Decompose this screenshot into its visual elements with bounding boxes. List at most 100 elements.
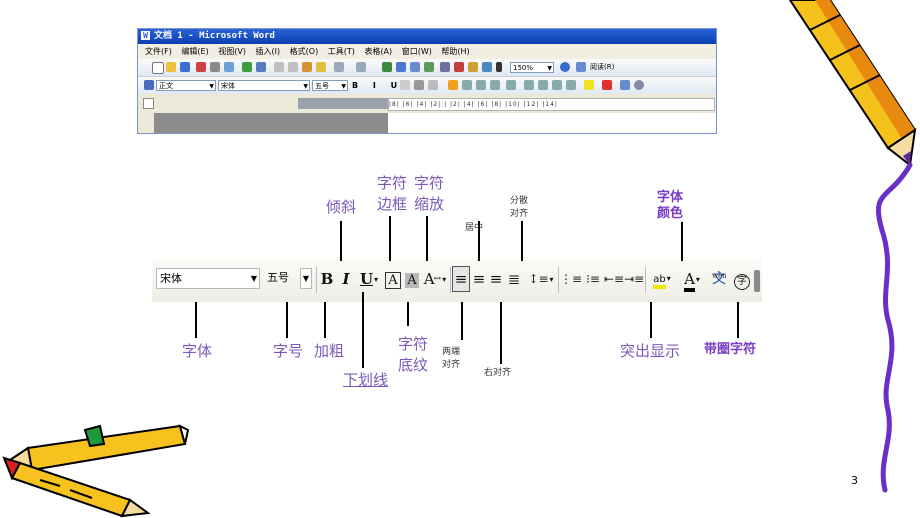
print-preview-icon[interactable] <box>224 62 234 72</box>
chevron-down-icon[interactable]: ▾ <box>667 274 671 283</box>
columns-icon[interactable] <box>440 62 450 72</box>
bold-italic-underline-small[interactable]: B I U <box>352 79 403 92</box>
italic-button[interactable]: I <box>337 265 355 293</box>
spelling-icon[interactable] <box>242 62 252 72</box>
menu-insert[interactable]: 插入(I) <box>256 47 281 56</box>
chevron-down-icon[interactable]: ▾ <box>374 275 378 284</box>
leader-font <box>195 302 197 338</box>
paste-icon[interactable] <box>302 62 312 72</box>
new-document-icon[interactable] <box>152 62 164 74</box>
font-color-button[interactable]: A▾ <box>677 265 707 293</box>
tab-selector-icon[interactable] <box>143 98 154 109</box>
redo-icon[interactable] <box>356 62 366 72</box>
toolbar-options-icon[interactable] <box>754 270 760 292</box>
justify-button[interactable]: ≡ <box>452 266 470 292</box>
styles-pane-icon[interactable] <box>144 80 154 90</box>
show-hide-icon[interactable] <box>482 62 492 72</box>
format-painter-icon[interactable] <box>316 62 326 72</box>
shading-small-icon[interactable] <box>414 80 424 90</box>
char-border-button[interactable]: A <box>383 265 403 293</box>
font-color-small-icon[interactable] <box>602 80 612 90</box>
align-right-button[interactable]: ≡ <box>488 265 504 293</box>
chevron-down-icon[interactable]: ▼ <box>300 268 312 289</box>
phonetic-small-icon[interactable] <box>620 80 630 90</box>
underline-button[interactable]: U▾ <box>355 265 383 293</box>
leader-center <box>478 221 480 261</box>
center-small-icon[interactable] <box>462 80 472 90</box>
menu-format[interactable]: 格式(O) <box>290 47 319 56</box>
drawing-icon[interactable] <box>454 62 464 72</box>
page-number: 3 <box>851 474 858 487</box>
distributed-small-icon[interactable] <box>490 80 500 90</box>
numbering-button[interactable]: ⋮≡ <box>560 265 582 293</box>
right-small-icon[interactable] <box>476 80 486 90</box>
read-label[interactable]: 阅读(R) <box>590 61 614 74</box>
char-scale-button[interactable]: A↔▾ <box>421 265 449 293</box>
increase-indent-button[interactable]: ⇥≡ <box>624 265 644 293</box>
leader-bold <box>324 302 326 338</box>
line-spacing-small-icon[interactable] <box>506 80 516 90</box>
cut-icon[interactable] <box>274 62 284 72</box>
hyperlink-icon[interactable] <box>382 62 392 72</box>
open-folder-icon[interactable] <box>166 62 176 72</box>
leader-scale <box>426 216 428 261</box>
chevron-down-icon[interactable]: ▾ <box>696 275 700 284</box>
chevron-down-icon[interactable]: ▾ <box>442 275 446 284</box>
bold-button[interactable]: B <box>317 265 337 293</box>
menu-tools[interactable]: 工具(T) <box>328 47 355 56</box>
distributed-button[interactable]: ≣ <box>505 265 523 293</box>
numbering-small-icon[interactable] <box>524 80 534 90</box>
insert-table-icon[interactable] <box>410 62 420 72</box>
font-select-small[interactable]: 宋体 ▼ <box>218 80 310 91</box>
copy-icon[interactable] <box>288 62 298 72</box>
phonetic-guide-button[interactable]: wén 文 <box>708 265 730 293</box>
outdent-small-icon[interactable] <box>552 80 562 90</box>
char-shading-icon: A <box>405 273 419 288</box>
enclose-char-button[interactable]: 字 <box>732 265 752 293</box>
word-window-screenshot: W 文档 1 - Microsoft Word 文件(F) 编辑(E) 视图(V)… <box>137 28 717 134</box>
window-title: 文档 1 - Microsoft Word <box>154 31 275 41</box>
print-icon[interactable] <box>210 62 220 72</box>
line-spacing-button[interactable]: ↕≡▾ <box>524 265 558 293</box>
document-map-icon[interactable] <box>468 62 478 72</box>
read-icon[interactable] <box>576 62 586 72</box>
enclose-small-icon[interactable] <box>634 80 644 90</box>
help-icon[interactable] <box>560 62 570 72</box>
insert-excel-icon[interactable] <box>424 62 434 72</box>
menu-view[interactable]: 视图(V) <box>218 47 246 56</box>
size-combo[interactable]: 五号 ▼ <box>264 268 314 289</box>
decrease-indent-button[interactable]: ⇤≡ <box>604 265 624 293</box>
zoom-select[interactable]: 150% ▼ <box>510 62 554 73</box>
ruler-scale: |8| |6| |4| |2| | |2| |4| |6| |8| |10| |… <box>388 98 715 111</box>
menu-edit[interactable]: 编辑(E) <box>181 47 208 56</box>
chevron-down-icon[interactable]: ▾ <box>550 275 554 284</box>
highlight-small-icon[interactable] <box>584 80 594 90</box>
tables-borders-icon[interactable] <box>396 62 406 72</box>
bullets-small-icon[interactable] <box>538 80 548 90</box>
research-icon[interactable] <box>256 62 266 72</box>
chevron-down-icon[interactable]: ▼ <box>251 269 257 288</box>
bullets-button[interactable]: ⁝≡ <box>582 265 604 293</box>
style-select[interactable]: 正文 ▼ <box>156 80 216 91</box>
border-small-icon[interactable] <box>400 80 410 90</box>
word-app-icon: W <box>141 31 150 40</box>
highlight-button[interactable]: ab▾ <box>647 265 677 293</box>
paragraph-mark-icon[interactable] <box>496 62 502 72</box>
undo-icon[interactable] <box>334 62 344 72</box>
char-shading-button[interactable]: A <box>403 265 421 293</box>
ruler-margin <box>298 98 388 109</box>
permission-icon[interactable] <box>196 62 206 72</box>
menu-help[interactable]: 帮助(H) <box>441 47 469 56</box>
scale-small-icon[interactable] <box>428 80 438 90</box>
document-page[interactable] <box>388 113 716 133</box>
size-select-small[interactable]: 五号 ▼ <box>312 80 348 91</box>
justify-small-icon[interactable] <box>448 80 458 90</box>
save-icon[interactable] <box>180 62 190 72</box>
menu-file[interactable]: 文件(F) <box>145 47 172 56</box>
font-combo[interactable]: 宋体 ▼ <box>156 268 260 289</box>
indent-small-icon[interactable] <box>566 80 576 90</box>
menu-window[interactable]: 窗口(W) <box>402 47 432 56</box>
menu-table[interactable]: 表格(A) <box>364 47 392 56</box>
center-button[interactable]: ≡ <box>471 265 487 293</box>
label-border-2: 边框 <box>377 195 408 213</box>
